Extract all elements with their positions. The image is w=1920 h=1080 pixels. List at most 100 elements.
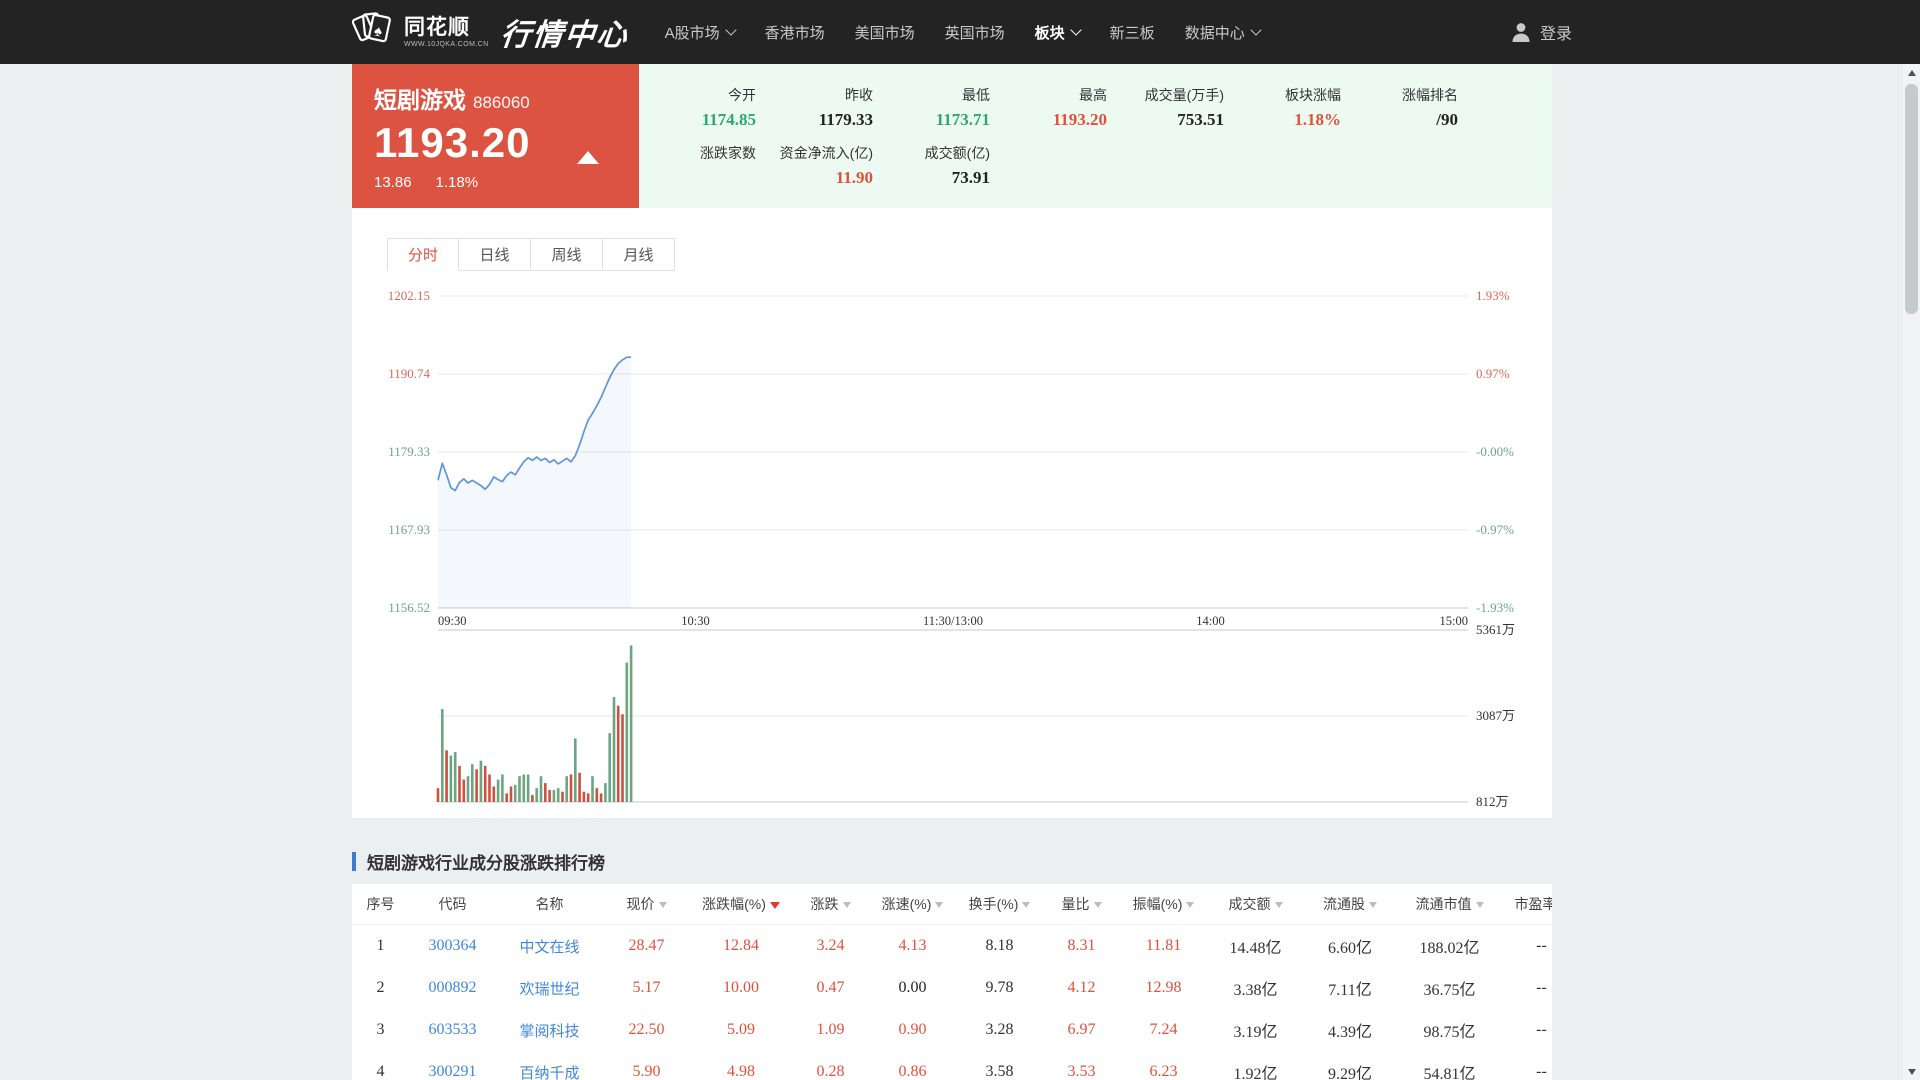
cell-name[interactable]: 百纳千成 [496,1051,603,1080]
col-header-4[interactable]: 现价 [603,884,690,925]
cell-amount: 14.48亿 [1207,925,1304,968]
pct-axis-label: 1.93% [1476,288,1510,303]
col-header-14[interactable]: 市盈率 [1503,884,1552,925]
sector-code: 886060 [473,93,530,113]
brand-site: WWW.10JQKA.COM.CN [404,41,489,48]
cell-code[interactable]: 300364 [409,925,496,968]
col-header-8[interactable]: 换手(%) [956,884,1043,925]
cell-name[interactable]: 掌阅科技 [496,1009,603,1051]
sort-caret-icon [770,902,780,909]
stat2-1: 涨跌家数 [639,143,756,188]
cell-chg: 3.24 [792,925,869,968]
nav-item-2[interactable]: 香港市场 [765,22,825,43]
ths-logo[interactable]: ♠ 同花顺 WWW.10JQKA.COM.CN 行情中心 [352,9,629,56]
page-scrollbar[interactable] [1903,64,1920,1080]
nav-item-label: 新三板 [1110,22,1155,43]
cell-code[interactable]: 300291 [409,1051,496,1080]
volume-axis-label: 5361万 [1476,622,1515,637]
intraday-chart[interactable]: 1202.151.93%1190.740.97%1179.33-0.00%116… [352,208,1552,818]
col-header-5[interactable]: 涨跌幅(%) [690,884,792,925]
volume-bar [531,795,534,802]
section-accent-bar [352,852,356,871]
tab-月线[interactable]: 月线 [603,238,675,271]
col-header-6[interactable]: 涨跌 [792,884,869,925]
scroll-up-button[interactable] [1903,64,1920,81]
volume-bar [621,714,624,802]
nav-item-1[interactable]: A股市场 [665,22,735,43]
stat-label: 最低 [873,85,990,105]
col-header-label: 代码 [439,896,467,912]
top-navbar: ♠ 同花顺 WWW.10JQKA.COM.CN 行情中心 A股市场 香港市场 美国市… [0,0,1920,64]
stat-value [639,168,756,187]
col-header-1: 序号 [352,884,409,925]
cell-code[interactable]: 000892 [409,967,496,1009]
col-header-label: 流通市值 [1416,896,1472,912]
cell-speed: 0.86 [869,1051,956,1080]
nav-item-4[interactable]: 英国市场 [945,22,1005,43]
cell-chg: 0.28 [792,1051,869,1080]
scrollbar-thumb[interactable] [1905,84,1918,314]
col-header-label: 市盈率 [1515,896,1553,912]
pct-axis-label: -0.97% [1476,522,1514,537]
cell-speed: 0.00 [869,967,956,1009]
cell-chg_pct: 5.09 [690,1009,792,1051]
volume-bar [608,733,611,802]
volume-bar [505,793,508,802]
col-header-7[interactable]: 涨速(%) [869,884,956,925]
stat-5: 成交量(万手)753.51 [1107,85,1224,130]
nav-item-3[interactable]: 美国市场 [855,22,915,43]
volume-bar [626,663,629,802]
cell-name[interactable]: 中文在线 [496,925,603,968]
col-header-10[interactable]: 振幅(%) [1120,884,1207,925]
nav-item-6[interactable]: 新三板 [1110,22,1155,43]
cell-float_cap: 54.81亿 [1396,1051,1503,1080]
stat-1: 今开1174.85 [639,85,756,130]
nav-item-label: 数据中心 [1185,22,1245,43]
cell-name[interactable]: 欢瑞世纪 [496,967,603,1009]
login-button[interactable]: 登录 [1510,0,1572,64]
stat-value: 1179.33 [756,110,873,130]
pct-axis-label: -0.00% [1476,444,1514,459]
col-header-label: 涨速(%) [882,896,932,912]
volume-axis-label: 3087万 [1476,708,1515,723]
stat-label: 板块涨幅 [1224,85,1341,105]
nav-item-label: 英国市场 [945,22,1005,43]
section-title: 短剧游戏行业成分股涨跌排行榜 [367,849,605,874]
volume-bar [523,775,526,803]
cell-vol_ratio: 8.31 [1043,925,1120,968]
volume-bar [437,788,440,802]
stat2-2: 资金净流入(亿)11.90 [756,143,873,188]
col-header-9[interactable]: 量比 [1043,884,1120,925]
volume-bar [535,788,538,802]
col-header-11[interactable]: 成交额 [1207,884,1304,925]
cell-seq: 2 [352,967,409,1009]
time-axis-label: 10:30 [681,614,709,628]
sort-caret-icon [1369,902,1377,908]
stat-label: 涨跌家数 [639,143,756,163]
stat-value: 1173.71 [873,110,990,130]
col-header-12[interactable]: 流通股 [1304,884,1396,925]
nav-item-7[interactable]: 数据中心 [1185,22,1260,43]
constituents-table-card: 序号代码名称现价涨跌幅(%)涨跌涨速(%)换手(%)量比振幅(%)成交额流通股流… [352,884,1552,1080]
scroll-down-button[interactable] [1903,1063,1920,1080]
cell-code[interactable]: 603533 [409,1009,496,1051]
nav-item-5[interactable]: 板块 [1035,22,1080,43]
volume-bar [565,776,568,802]
cell-float_cap: 98.75亿 [1396,1009,1503,1051]
volume-bar [596,788,599,802]
volume-bar [501,775,504,803]
cell-float_cap: 36.75亿 [1396,967,1503,1009]
tab-分时[interactable]: 分时 [387,238,459,271]
intraday-chart-card: 分时日线周线月线 1202.151.93%1190.740.97%1179.33… [352,208,1552,818]
tab-周线[interactable]: 周线 [531,238,603,271]
col-header-13[interactable]: 流通市值 [1396,884,1503,925]
tab-日线[interactable]: 日线 [459,238,531,271]
nav-item-label: 美国市场 [855,22,915,43]
cell-speed: 0.90 [869,1009,956,1051]
cell-amplitude: 6.23 [1120,1051,1207,1080]
stat-label: 今开 [639,85,756,105]
volume-bar [510,787,513,803]
volume-bar [480,761,483,802]
col-header-label: 量比 [1062,896,1090,912]
col-header-label: 换手(%) [969,896,1019,912]
